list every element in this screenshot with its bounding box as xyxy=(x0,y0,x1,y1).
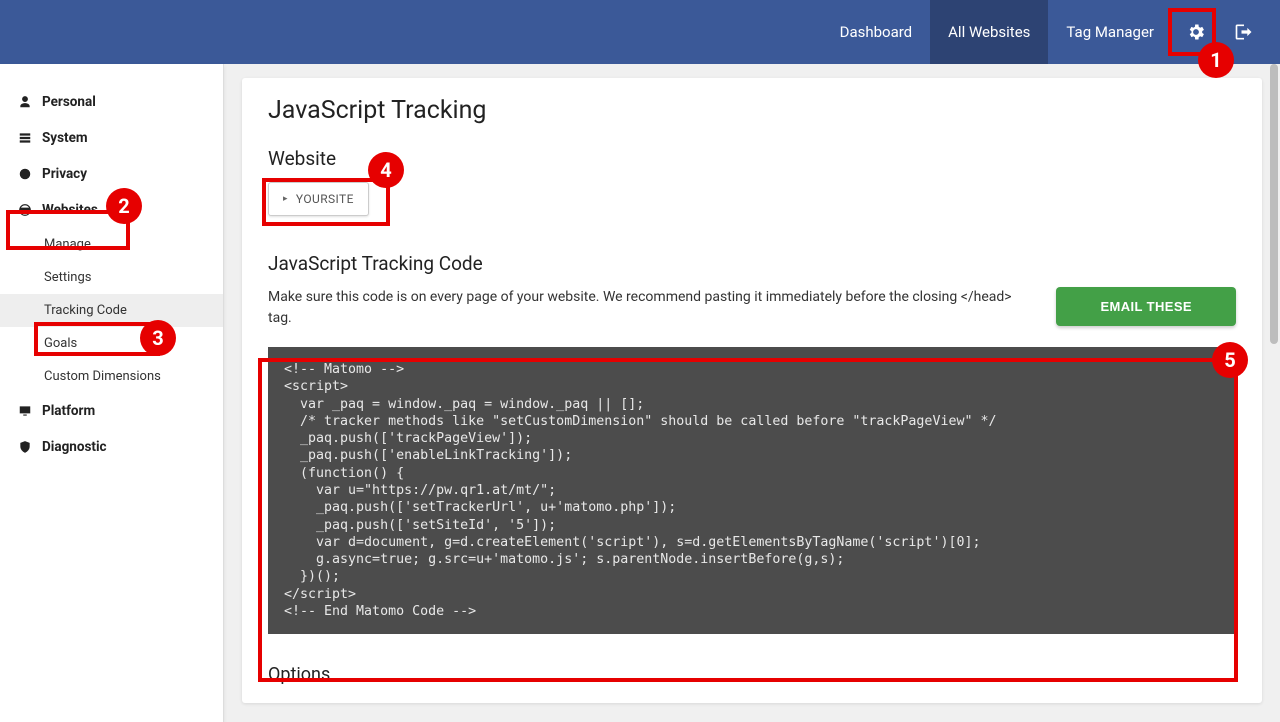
sidebar-item-platform[interactable]: Platform xyxy=(0,393,223,429)
monitor-icon xyxy=(18,404,32,418)
sidebar-sub-tracking-code[interactable]: Tracking Code xyxy=(0,294,223,327)
server-icon xyxy=(18,131,32,145)
tracking-code-heading: JavaScript Tracking Code xyxy=(268,252,1236,275)
logout-icon[interactable] xyxy=(1220,0,1268,64)
nav-tag-manager[interactable]: Tag Manager xyxy=(1048,0,1172,64)
sidebar-item-websites[interactable]: Websites xyxy=(0,192,223,228)
user-icon xyxy=(18,95,32,109)
sidebar-item-personal[interactable]: Personal xyxy=(0,84,223,120)
website-heading: Website xyxy=(268,147,1236,170)
nav-dashboard[interactable]: Dashboard xyxy=(822,0,931,64)
globe-icon xyxy=(18,203,32,217)
site-selector[interactable]: YOURSITE xyxy=(268,182,369,216)
page-title: JavaScript Tracking xyxy=(268,96,1236,125)
gear-icon[interactable] xyxy=(1172,0,1220,64)
shield-icon xyxy=(18,440,32,454)
sidebar-label: Personal xyxy=(42,94,96,110)
sidebar-label: Websites xyxy=(42,202,98,218)
lock-icon xyxy=(18,167,32,181)
sidebar-label: Platform xyxy=(42,403,95,419)
sidebar-sub-settings[interactable]: Settings xyxy=(0,261,223,294)
tracking-code-description: Make sure this code is on every page of … xyxy=(268,287,1032,329)
sidebar-item-diagnostic[interactable]: Diagnostic xyxy=(0,429,223,465)
options-heading: Options xyxy=(268,664,1236,685)
sidebar-sub-goals[interactable]: Goals xyxy=(0,327,223,360)
sidebar-label: Diagnostic xyxy=(42,439,107,455)
sidebar-item-system[interactable]: System xyxy=(0,120,223,156)
sidebar-sub-manage[interactable]: Manage xyxy=(0,228,223,261)
sidebar: Personal System Privacy Websites Manage … xyxy=(0,64,224,722)
email-these-button[interactable]: EMAIL THESE xyxy=(1056,287,1236,326)
scrollbar[interactable] xyxy=(1270,64,1278,344)
sidebar-sub-custom-dimensions[interactable]: Custom Dimensions xyxy=(0,360,223,393)
sidebar-label: Privacy xyxy=(42,166,87,182)
top-nav: Dashboard All Websites Tag Manager xyxy=(0,0,1280,64)
sidebar-item-privacy[interactable]: Privacy xyxy=(0,156,223,192)
tracking-code-block[interactable]: <!-- Matomo --> <script> var _paq = wind… xyxy=(268,347,1236,634)
nav-all-websites[interactable]: All Websites xyxy=(930,0,1048,64)
main-content: JavaScript Tracking Website YOURSITE Jav… xyxy=(224,64,1280,722)
sidebar-label: System xyxy=(42,130,88,146)
